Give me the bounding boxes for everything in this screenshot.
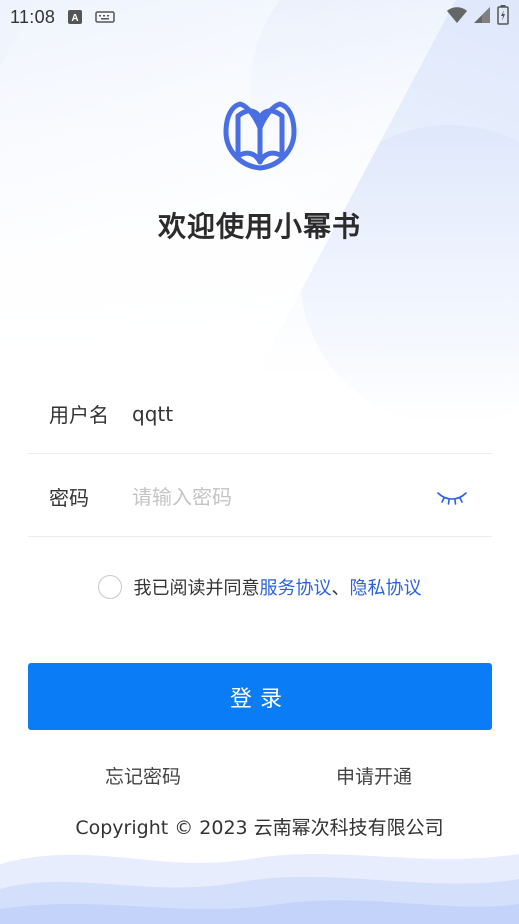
agreement-row: 我已阅读并同意 服务协议 、 隐私协议 (0, 574, 519, 600)
wifi-icon (447, 6, 467, 28)
app-title: 欢迎使用小幂书 (157, 210, 361, 243)
privacy-policy-link[interactable]: 隐私协议 (350, 574, 422, 600)
agreement-prefix: 我已阅读并同意 (133, 578, 260, 599)
background-waves (0, 854, 519, 924)
username-input[interactable] (132, 393, 492, 434)
status-time: 11:08 (10, 6, 56, 27)
forgot-password-link[interactable]: 忘记密码 (105, 762, 181, 789)
username-row: 用户名 (28, 374, 492, 454)
battery-icon (497, 5, 509, 29)
agreement-checkbox[interactable] (97, 575, 122, 599)
status-right-icons (447, 5, 509, 29)
copyright-text: Copyright © 2023 云南幂次科技有限公司 (75, 817, 444, 839)
keyboard-icon (95, 10, 115, 24)
status-bar: 11:08 A (0, 0, 519, 34)
apply-account-link[interactable]: 申请开通 (336, 762, 412, 789)
book-butterfly-logo (223, 101, 297, 171)
service-agreement-link[interactable]: 服务协议 (260, 574, 332, 600)
svg-text:A: A (72, 13, 79, 24)
login-button[interactable]: 登录 (28, 663, 492, 730)
username-label: 用户名 (49, 403, 109, 427)
signal-icon (473, 6, 491, 28)
eye-closed-icon[interactable] (432, 482, 472, 512)
agreement-separator: 、 (331, 578, 350, 599)
password-row: 密码 (28, 457, 492, 537)
bottom-links: 忘记密码 申请开通 (0, 762, 519, 790)
password-label: 密码 (49, 486, 89, 510)
text-a-icon: A (67, 9, 83, 25)
password-input[interactable] (132, 476, 432, 517)
